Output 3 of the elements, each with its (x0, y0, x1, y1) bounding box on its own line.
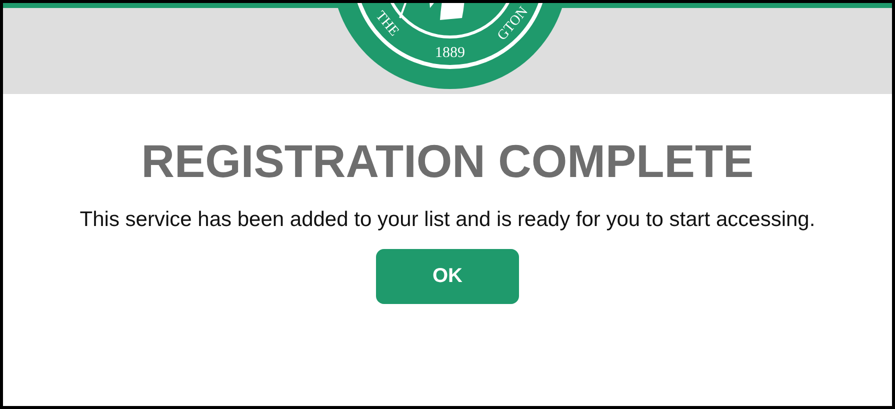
ok-button[interactable]: OK (376, 249, 519, 304)
message-text: This service has been added to your list and is ready for you to start accessing. (78, 206, 816, 233)
dialog-title: REGISTRATION COMPLETE (141, 136, 754, 187)
